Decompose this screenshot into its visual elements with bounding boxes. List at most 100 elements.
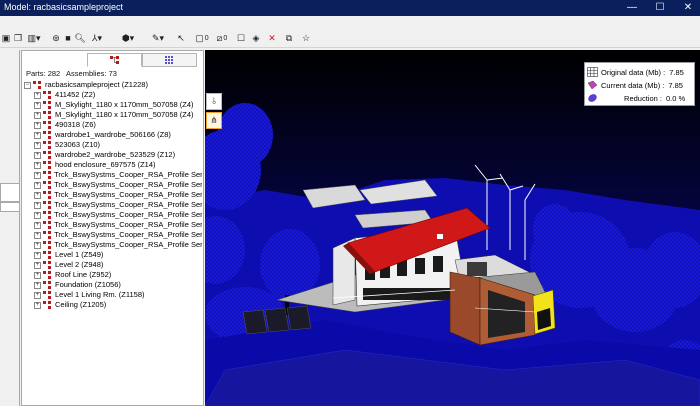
dock-field[interactable] <box>0 202 20 212</box>
reduction-icon <box>588 94 597 102</box>
tree-item[interactable]: + M_Skylight_1180 x 1170mm_507058 (Z4) <box>24 100 202 110</box>
tree-tabs <box>22 53 203 67</box>
expand-toggle[interactable]: + <box>34 191 41 199</box>
grid-icon <box>165 56 173 64</box>
frame-icon[interactable]: ■ <box>62 31 74 45</box>
assembly-icon <box>33 81 42 89</box>
hierarchy-view-icon[interactable]: ⋔ <box>206 112 222 129</box>
tree-item[interactable]: + M_Skylight_1180 x 1170mm_507058 (Z4) <box>24 110 202 120</box>
tree-item[interactable]: +490318 (Z6) <box>24 120 202 130</box>
tree-item-label: M_Skylight_1180 x 1170mm_507058 (Z4) <box>55 110 194 119</box>
tree-item[interactable]: + wardrobe1_wardrobe_506166 (Z8) <box>24 130 202 140</box>
tree-item-label: Trck_BswySystms_Cooper_RSA_Profile Serie… <box>54 190 202 199</box>
tree-item-label: Level 1 (Z549) <box>55 250 104 259</box>
part-counts: Parts: 282 Assemblies: 73 <box>26 69 117 78</box>
fit-view-icon[interactable]: ⊛ <box>50 31 62 45</box>
expand-toggle[interactable]: + <box>34 211 41 219</box>
tree-item[interactable]: + Trck_BswySystms_Cooper_RSA_Profile Seri… <box>24 170 202 180</box>
expand-toggle[interactable]: + <box>34 201 41 209</box>
expand-toggle[interactable]: + <box>34 181 41 189</box>
tree-item[interactable]: + Trck_BswySystms_Cooper_RSA_Profile Seri… <box>24 220 202 230</box>
collapse-toggle[interactable]: − <box>24 81 31 89</box>
tree-item[interactable]: + Trck_BswySystms_Cooper_RSA_Profile Seri… <box>24 230 202 240</box>
assembly-icon <box>43 301 52 309</box>
duplicate-icon[interactable]: ⧉ <box>283 31 295 45</box>
tree-item[interactable]: + Foundation (Z1056) <box>24 280 202 290</box>
tree-item[interactable]: + Level 1 Living Rm. (Z1158) <box>24 290 202 300</box>
expand-toggle[interactable]: + <box>34 111 41 119</box>
copy-icon[interactable]: ❐ <box>12 31 24 45</box>
expand-toggle[interactable]: + <box>34 291 41 299</box>
expand-toggle[interactable]: + <box>34 141 41 149</box>
tree-item[interactable]: +523063 (Z10) <box>24 140 202 150</box>
expand-toggle[interactable]: + <box>34 231 41 239</box>
assembly-icon <box>43 131 52 139</box>
tree-root-node[interactable]: − racbasicsampleproject (Z1228) <box>24 80 202 90</box>
minimize-button[interactable]: — <box>620 0 644 16</box>
tab-parts-list[interactable] <box>142 53 197 67</box>
expand-toggle[interactable]: + <box>34 251 41 259</box>
expand-toggle[interactable]: + <box>34 91 41 99</box>
section-plane-count: 0 <box>223 34 228 42</box>
tree-item[interactable]: + Trck_BswySystms_Cooper_RSA_Profile Seri… <box>24 180 202 190</box>
tree-item[interactable]: + Ceiling (Z1205) <box>24 300 202 310</box>
assembly-icon <box>42 191 51 199</box>
main-toolbar: ▣ ❐ ▥▾ ⊛ ■ 🔍︎ ⅄▾ ⬢▾ ✎▾ ↖ ▢ 0 ⧄ 0 ☐ ◈ ✕ ⧉ ☆ <box>0 16 700 48</box>
expand-toggle[interactable]: + <box>34 281 41 289</box>
expand-toggle[interactable]: + <box>34 161 41 169</box>
tree-root-label: racbasicsampleproject (Z1228) <box>45 80 148 89</box>
delete-icon[interactable]: ✕ <box>266 31 278 45</box>
axis-dropdown-icon[interactable]: ⅄▾ <box>87 31 107 45</box>
model-tree-panel: Parts: 282 Assemblies: 73 − racbasicsamp… <box>21 50 204 406</box>
expand-toggle[interactable]: + <box>34 221 41 229</box>
expand-toggle[interactable]: + <box>34 101 41 109</box>
paint-icon <box>587 80 598 90</box>
dock-field[interactable] <box>0 183 20 202</box>
tree-item[interactable]: + Trck_BswySystms_Cooper_RSA_Profile Seri… <box>24 190 202 200</box>
tab-assembly-tree[interactable] <box>87 53 142 67</box>
title-bar: Model: racbasicsampleproject — ☐ ✕ <box>0 0 700 16</box>
current-data-label: Current data (Mb) : <box>601 80 665 90</box>
reduction-value: 0.0 % <box>666 93 686 103</box>
section-plane-icon[interactable]: ⧄ 0 <box>212 31 232 45</box>
layout-dropdown-icon[interactable]: ▥▾ <box>24 31 44 45</box>
tree-item[interactable]: + Roof Line (Z952) <box>24 270 202 280</box>
section-box-icon[interactable]: ▢ 0 <box>192 31 212 45</box>
tree-item-label: Trck_BswySystms_Cooper_RSA_Profile Serie… <box>54 220 202 229</box>
current-data-value: 7.85 <box>668 80 683 90</box>
tree-item[interactable]: + hood enclosure_697575 (Z14) <box>24 160 202 170</box>
open-icon[interactable]: ▣ <box>0 31 12 45</box>
expand-toggle[interactable]: + <box>34 171 41 179</box>
star-icon[interactable]: ☆ <box>300 31 312 45</box>
maximize-button[interactable]: ☐ <box>648 0 672 16</box>
expand-toggle[interactable]: + <box>34 151 41 159</box>
window-title: Model: racbasicsampleproject <box>4 2 124 12</box>
tree-item[interactable]: + Level 2 (Z948) <box>24 260 202 270</box>
assembly-icon <box>43 281 52 289</box>
paint-dropdown-icon[interactable]: ✎▾ <box>148 31 168 45</box>
expand-toggle[interactable]: + <box>34 131 41 139</box>
tree-item[interactable]: + Trck_BswySystms_Cooper_RSA_Profile Seri… <box>24 200 202 210</box>
tree-item[interactable]: + Trck_BswySystms_Cooper_RSA_Profile Seri… <box>24 210 202 220</box>
assembly-icon <box>42 211 51 219</box>
expand-toggle[interactable]: + <box>34 241 41 249</box>
tree-item[interactable]: +411452 (Z2) <box>24 90 202 100</box>
annotation-icon[interactable]: ☐ <box>235 31 247 45</box>
tree-item-label: Level 2 (Z948) <box>55 260 104 269</box>
tree-item[interactable]: + Level 1 (Z549) <box>24 250 202 260</box>
tree-item-label: 490318 (Z6) <box>55 120 96 129</box>
expand-toggle[interactable]: + <box>34 301 41 309</box>
model-view-icon[interactable]: ⬢▾ <box>118 31 138 45</box>
tree-link-icon[interactable]: ⫰ <box>206 93 222 110</box>
expand-toggle[interactable]: + <box>34 261 41 269</box>
expand-toggle[interactable]: + <box>34 121 41 129</box>
zoom-icon[interactable]: 🔍︎ <box>74 31 86 45</box>
select-pointer-icon[interactable]: ↖ <box>175 31 187 45</box>
assembly-tree: − racbasicsampleproject (Z1228) +411452 … <box>24 80 202 405</box>
tree-item[interactable]: + Trck_BswySystms_Cooper_RSA_Profile Seri… <box>24 240 202 250</box>
close-button[interactable]: ✕ <box>676 0 700 16</box>
color-mode-icon[interactable]: ◈ <box>250 31 262 45</box>
expand-toggle[interactable]: + <box>34 271 41 279</box>
assembly-icon <box>42 181 51 189</box>
tree-item[interactable]: + wardrobe2_wardrobe_523529 (Z12) <box>24 150 202 160</box>
